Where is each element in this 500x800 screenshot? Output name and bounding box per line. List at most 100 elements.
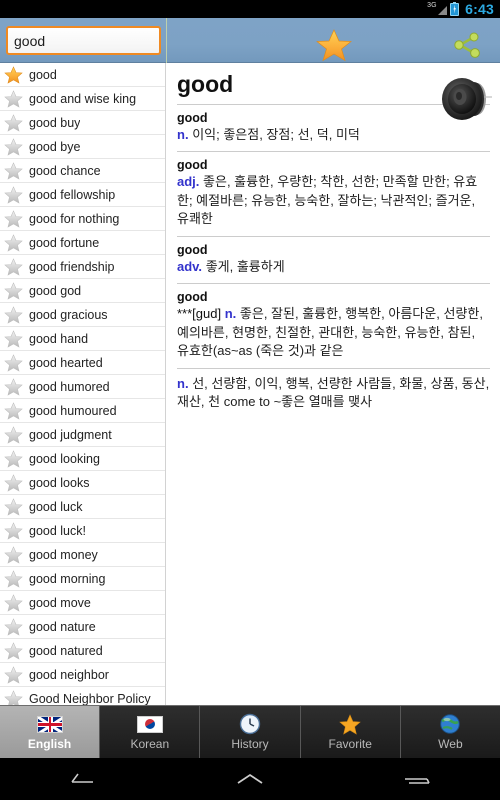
search-field-wrapper[interactable] [6,26,161,55]
star-outline-icon[interactable] [4,185,23,204]
tab-english[interactable]: English [0,706,101,758]
list-item-label: good looking [29,451,100,466]
list-item[interactable]: good fortune [0,231,165,255]
list-item-label: Good Neighbor Policy [29,691,151,706]
list-item[interactable]: good fellowship [0,183,165,207]
list-item[interactable]: good natured [0,639,165,663]
list-item[interactable]: good buy [0,111,165,135]
star-outline-icon[interactable] [4,281,23,300]
star-outline-icon[interactable] [4,617,23,636]
list-item[interactable]: good move [0,591,165,615]
clock-icon [239,713,261,735]
star-outline-icon[interactable] [4,257,23,276]
home-icon[interactable] [167,758,334,800]
star-outline-icon[interactable] [4,569,23,588]
back-icon[interactable] [0,758,167,800]
list-item[interactable]: good friendship [0,255,165,279]
list-item-label: good natured [29,643,103,658]
star-outline-icon[interactable] [4,521,23,540]
sense-translation: 좋은, 훌륭한, 우량한; 착한, 선한; 만족할 만한; 유효한; 예절바른;… [177,174,478,227]
list-item[interactable]: good humoured [0,399,165,423]
battery-charging-icon [450,1,460,16]
star-outline-icon[interactable] [4,209,23,228]
star-outline-icon[interactable] [4,353,23,372]
sense-body: adv. 좋게, 훌륭하게 [177,258,490,276]
search-input[interactable] [8,32,159,49]
status-bar: 3G 6:43 [0,0,500,18]
list-item[interactable]: good god [0,279,165,303]
speaker-icon[interactable] [440,75,492,123]
sense-translation: 선, 선량함, 이익, 행복, 선량한 사람들, 화물, 상품, 동산, 재산,… [177,375,490,410]
list-item[interactable]: good gracious [0,303,165,327]
star-outline-icon[interactable] [4,473,23,492]
header-divider [166,18,167,63]
list-item-label: good bye [29,139,81,154]
list-item[interactable]: good and wise king [0,87,165,111]
definition-sense: good ***[gud] n. 좋은, 잘된, 훌륭한, 행복한, 아름다운, … [177,283,490,367]
list-item[interactable]: good luck! [0,519,165,543]
star-outline-icon[interactable] [4,665,23,684]
star-outline-icon[interactable] [4,161,23,180]
star-outline-icon[interactable] [4,425,23,444]
list-item-label: good buy [29,115,81,130]
star-outline-icon[interactable] [4,113,23,132]
sense-translation: 이익; 좋은점, 장점; 선, 덕, 미덕 [192,127,360,142]
list-item-label: good move [29,595,91,610]
sense-part-of-speech: adv. [177,258,203,274]
star-filled-icon[interactable] [4,65,23,84]
star-outline-icon[interactable] [4,545,23,564]
list-item[interactable]: good hand [0,327,165,351]
list-item-label: good morning [29,571,106,586]
star-outline-icon[interactable] [4,641,23,660]
bottom-tab-bar[interactable]: English Korean History Favorite Web [0,705,500,758]
globe-icon [440,714,461,734]
star-outline-icon[interactable] [4,689,23,705]
star-icon[interactable] [316,28,352,62]
list-item-label: good fellowship [29,187,116,202]
star-outline-icon[interactable] [4,329,23,348]
sense-body: n. 선, 선량함, 이익, 행복, 선량한 사람들, 화물, 상품, 동산, … [177,375,490,412]
list-item[interactable]: good looks [0,471,165,495]
list-item[interactable]: good hearted [0,351,165,375]
list-item[interactable]: good nature [0,615,165,639]
star-outline-icon[interactable] [4,497,23,516]
list-item[interactable]: good neighbor [0,663,165,687]
list-item[interactable]: good [0,63,165,87]
star-outline-icon[interactable] [4,593,23,612]
list-item[interactable]: good humored [0,375,165,399]
list-item-label: good neighbor [29,667,109,682]
tab-web[interactable]: Web [400,706,500,758]
list-item[interactable]: good chance [0,159,165,183]
signal-bars-icon [438,5,448,15]
star-outline-icon[interactable] [4,449,23,468]
list-item[interactable]: good luck [0,495,165,519]
list-item[interactable]: good judgment [0,423,165,447]
tab-favorite[interactable]: Favorite [300,706,401,758]
list-item[interactable]: good money [0,543,165,567]
list-item[interactable]: good for nothing [0,207,165,231]
sense-body: adj. 좋은, 훌륭한, 우량한; 착한, 선한; 만족할 만한; 유효한; … [177,173,490,228]
star-outline-icon[interactable] [4,89,23,108]
star-outline-icon[interactable] [4,401,23,420]
tab-history[interactable]: History [200,706,301,758]
definition-sense: good adj. 좋은, 훌륭한, 우량한; 착한, 선한; 만족할 만한; 유… [177,151,490,235]
recents-icon[interactable] [333,758,500,800]
star-outline-icon[interactable] [4,137,23,156]
definition-sense: good adv. 좋게, 훌륭하게 [177,235,490,283]
tab-label: History [231,737,269,751]
battery-bolt-icon [453,4,456,14]
star-outline-icon[interactable] [4,233,23,252]
list-item[interactable]: good looking [0,447,165,471]
word-list[interactable]: good good and wise king good buy good bye go… [0,63,166,705]
star-outline-icon[interactable] [4,377,23,396]
list-item-label: good humored [29,379,110,394]
list-item[interactable]: good morning [0,567,165,591]
share-icon[interactable] [452,32,482,58]
list-item[interactable]: Good Neighbor Policy [0,687,165,705]
list-item[interactable]: good bye [0,135,165,159]
tab-label: Favorite [328,737,372,751]
tab-korean[interactable]: Korean [100,706,201,758]
star-outline-icon[interactable] [4,305,23,324]
list-item-label: good for nothing [29,211,120,226]
list-item-label: good looks [29,475,90,490]
